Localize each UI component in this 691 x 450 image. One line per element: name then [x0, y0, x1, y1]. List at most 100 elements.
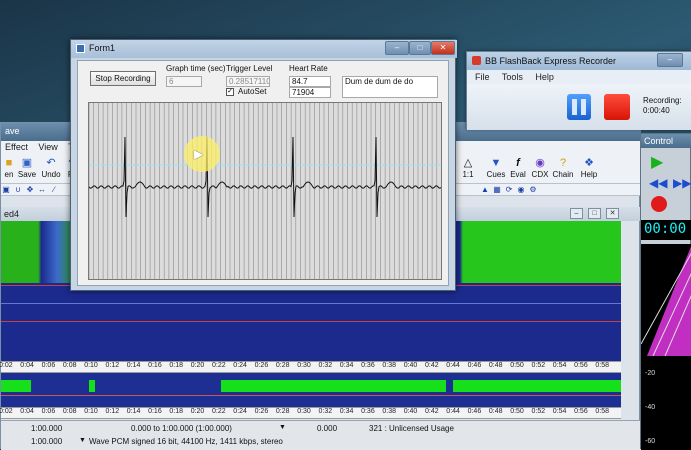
- recorder-app-icon: [472, 56, 481, 65]
- meter-label: -40: [645, 404, 656, 411]
- form1-title: Form1: [89, 43, 116, 53]
- ruler-tick-label: 0:38: [382, 362, 397, 369]
- ruler-tick-label: 0:52: [531, 408, 546, 415]
- snap-icon[interactable]: ▣: [1, 185, 11, 195]
- spectrum-svg: [641, 246, 691, 356]
- ruler-tick-label: 0:58: [595, 408, 610, 415]
- overview-segment: [453, 380, 621, 392]
- ecg-graph[interactable]: [88, 102, 442, 280]
- ruler-tick-label: 0:12: [105, 362, 120, 369]
- recorder-minimize-button[interactable]: –: [657, 53, 683, 67]
- status-zoom-2: 1:00.000: [31, 437, 63, 446]
- move-icon[interactable]: ✥: [25, 185, 35, 195]
- status-selection-range: 0.000 to 1:00.000 (1:00.000): [131, 424, 232, 433]
- dropdown-arrow-icon[interactable]: ▼: [79, 437, 86, 444]
- form1-client-area: Stop Recording Graph time (sec) 6 Trigge…: [77, 60, 449, 286]
- graph-time-input[interactable]: 6: [166, 76, 202, 87]
- ruler-tick-label: 0:52: [531, 362, 546, 369]
- recorder-status-label: Recording:: [643, 96, 682, 105]
- pencil-icon[interactable]: ∕: [49, 185, 59, 195]
- pause-icon[interactable]: [567, 94, 591, 120]
- ruler-tick-label: 0:02: [0, 362, 13, 369]
- meter-label: -20: [645, 370, 656, 377]
- recorder-menu-file[interactable]: File: [475, 72, 490, 82]
- undo-button[interactable]: ↶ Undo: [39, 156, 63, 182]
- menu-view[interactable]: View: [38, 142, 57, 152]
- marker-icon[interactable]: ▲: [480, 185, 490, 195]
- save-disk-icon: ▣: [21, 157, 33, 169]
- form1-app-icon: [76, 44, 85, 53]
- form1-window: Form1 – □ ✕ Stop Recording Graph time (s…: [70, 39, 457, 291]
- ruler-tick-label: 0:30: [297, 362, 311, 369]
- autoset-checkbox[interactable]: ✓: [226, 88, 234, 96]
- recorder-menu-help[interactable]: Help: [535, 72, 554, 82]
- globe-icon[interactable]: ◉: [516, 185, 526, 195]
- ruler-tick-label: 0:50: [510, 408, 524, 415]
- ruler-tick-label: 0:26: [254, 408, 269, 415]
- dropdown-arrow-icon[interactable]: ▼: [279, 424, 286, 431]
- fast-forward-icon[interactable]: ▶▶: [673, 176, 691, 190]
- overview-track[interactable]: [1, 373, 621, 407]
- ruler-tick-label: 0:32: [318, 362, 333, 369]
- heart-rate-secondary-input[interactable]: 71904: [289, 87, 331, 98]
- ruler-tick-label: 0:18: [169, 408, 184, 415]
- note-textbox[interactable]: Dum de dum de do: [342, 76, 438, 98]
- doc-restore-button[interactable]: □: [588, 208, 601, 219]
- ruler-tick-label: 0:22: [212, 408, 226, 415]
- ruler-tick-label: 0:48: [488, 362, 503, 369]
- eval-icon: f: [516, 157, 520, 169]
- cues-button[interactable]: ▼ Cues: [484, 156, 508, 182]
- rewind-icon[interactable]: ◀◀: [649, 176, 667, 190]
- form1-minimize-button[interactable]: –: [385, 41, 409, 55]
- ruler-tick-label: 0:42: [425, 362, 439, 369]
- recorder-titlebar: BB FlashBack Express Recorder –: [467, 52, 691, 70]
- cdx-icon: ◉: [535, 157, 545, 169]
- ruler-tick-label: 0:04: [20, 362, 34, 369]
- save-button[interactable]: ▣ Save: [15, 156, 39, 182]
- ruler-tick-label: 0:46: [467, 408, 482, 415]
- split-icon[interactable]: ∪: [13, 185, 23, 195]
- recorder-menu-tools[interactable]: Tools: [502, 72, 523, 82]
- properties-icon[interactable]: ⚙: [528, 185, 538, 195]
- mouse-pointer-icon: ▶: [194, 147, 204, 161]
- recorder-body: Recording: 0:00:40: [467, 84, 691, 130]
- ruler-tick-label: 0:08: [62, 362, 77, 369]
- graph-grid: [88, 103, 438, 279]
- ecg-trace: [88, 136, 442, 218]
- stretch-icon[interactable]: ↔: [37, 185, 47, 195]
- doc-close-button[interactable]: ✕: [606, 208, 619, 219]
- ruler-tick-label: 0:10: [84, 408, 98, 415]
- ruler-tick-label: 0:24: [233, 408, 247, 415]
- loop-icon[interactable]: ⟳: [504, 185, 514, 195]
- recorder-menubar: File Tools Help: [467, 70, 691, 84]
- ruler-tick-label: 0:54: [552, 362, 567, 369]
- form1-maximize-button[interactable]: □: [409, 41, 431, 55]
- stop-icon[interactable]: [604, 94, 630, 120]
- help-button[interactable]: ❖ Help: [577, 156, 601, 182]
- play-icon[interactable]: ▶: [651, 152, 663, 172]
- control-panel-window: Control ▶ ◀◀ ▶▶ 00:00 -20 -40 -60: [640, 133, 691, 450]
- trigger-level-input[interactable]: 0.28517110.: [226, 76, 270, 87]
- ruler-tick-label: 0:28: [275, 362, 290, 369]
- ruler-tick-label: 0:32: [318, 408, 333, 415]
- help-icon: ❖: [584, 157, 594, 169]
- region-icon[interactable]: ▦: [492, 185, 502, 195]
- stop-recording-button[interactable]: Stop Recording: [90, 71, 156, 86]
- recorder-status: Recording: 0:00:40: [643, 96, 682, 116]
- recorder-title: BB FlashBack Express Recorder: [485, 56, 617, 66]
- menu-effect[interactable]: Effect: [5, 142, 28, 152]
- chain-button[interactable]: ? Chain: [551, 156, 575, 182]
- eval-button[interactable]: f Eval: [506, 156, 530, 182]
- form1-close-button[interactable]: ✕: [431, 41, 455, 55]
- cdx-button[interactable]: ◉ CDX: [528, 156, 552, 182]
- cues-icon: ▼: [490, 157, 502, 169]
- zoom-1-1-button[interactable]: △ 1:1: [456, 156, 480, 182]
- document-title: ed4: [4, 209, 20, 219]
- ruler-tick-label: 0:42: [425, 408, 439, 415]
- doc-minimize-button[interactable]: –: [570, 208, 583, 219]
- meter-label: -60: [645, 438, 656, 445]
- undo-arrow-icon: ↶: [46, 157, 56, 169]
- heart-rate-input[interactable]: 84.7: [289, 76, 331, 87]
- status-position: 0.000: [317, 424, 338, 433]
- record-icon[interactable]: [651, 196, 667, 212]
